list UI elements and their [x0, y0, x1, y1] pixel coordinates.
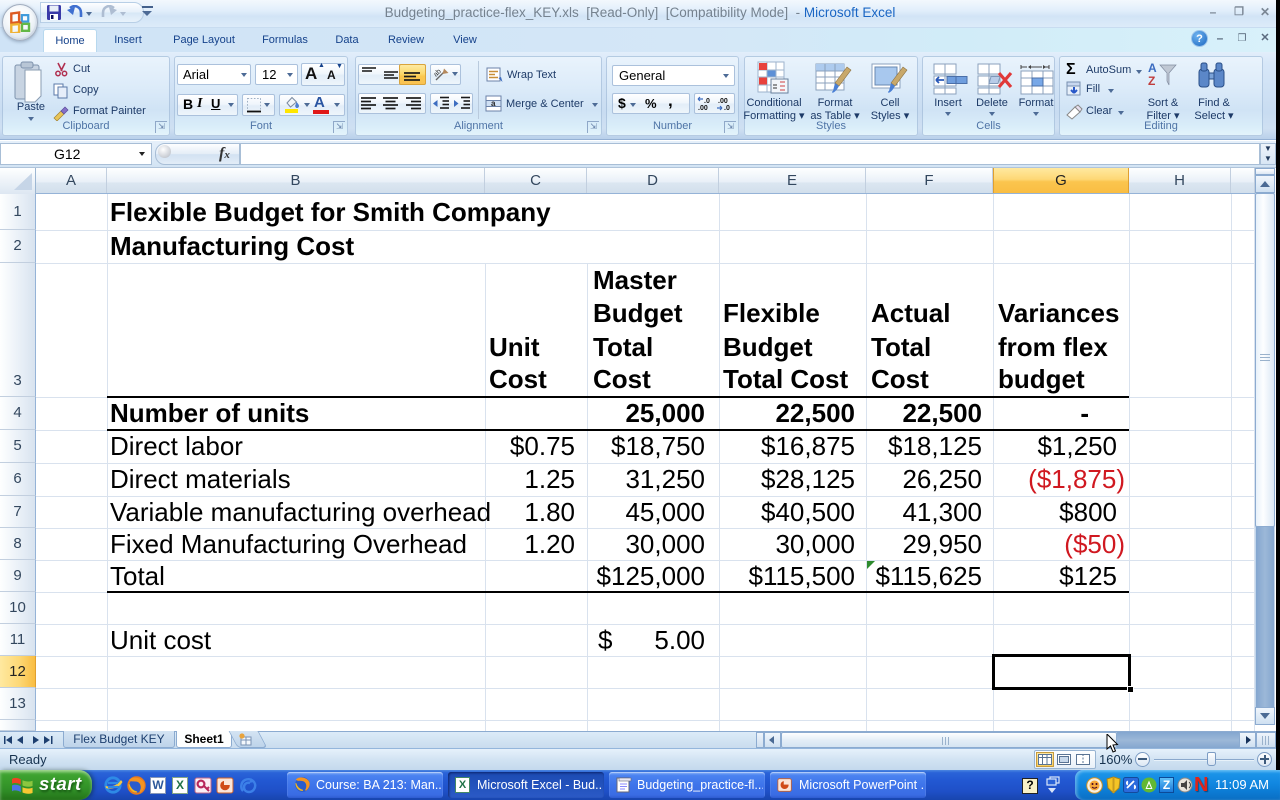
svg-text:.0: .0 [724, 105, 730, 112]
svg-text:.00: .00 [698, 105, 708, 112]
svg-text:.00: .00 [718, 98, 728, 105]
svg-text:a: a [491, 99, 496, 108]
svg-text:.0: .0 [704, 98, 710, 105]
svg-text:A: A [1148, 61, 1157, 75]
svg-text:Z: Z [1148, 74, 1155, 88]
svg-text:ab: ab [434, 68, 443, 79]
